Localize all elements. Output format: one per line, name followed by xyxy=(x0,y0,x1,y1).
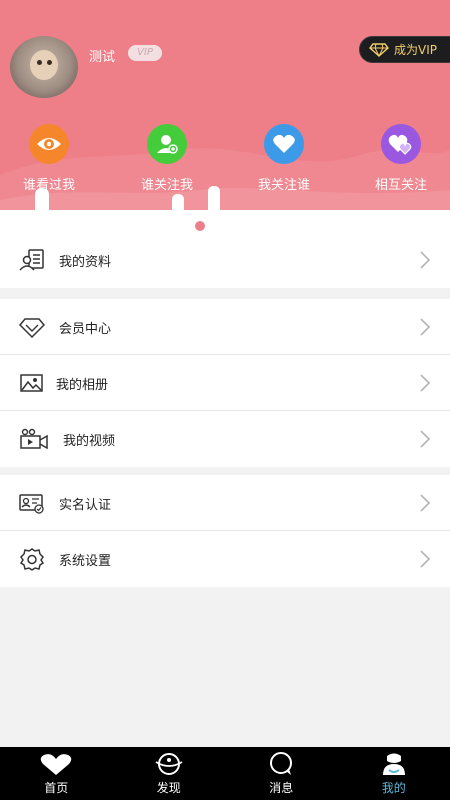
profile-card-icon xyxy=(19,249,44,271)
video-camera-icon xyxy=(20,428,48,450)
profile-header: 测试 VIP 成为VIP 谁看过我 谁关注我 我关注谁 相互关注 xyxy=(0,0,450,240)
quick-action-who-follows-me[interactable]: 谁关注我 xyxy=(112,124,222,193)
diamond-icon xyxy=(19,318,45,339)
quick-action-i-follow[interactable]: 我关注谁 xyxy=(229,124,339,193)
menu-group-account: 实名认证 系统设置 xyxy=(0,475,450,587)
heart-icon xyxy=(264,124,304,164)
avatar-eye-right xyxy=(47,60,52,65)
quick-action-label: 我关注谁 xyxy=(257,178,310,193)
menu-item-label: 会员中心 xyxy=(59,322,112,337)
menu-item-settings[interactable]: 系统设置 xyxy=(0,531,450,587)
photo-icon xyxy=(20,374,43,392)
chevron-right-icon xyxy=(420,550,430,568)
tab-label: 我的 xyxy=(381,781,406,795)
quick-action-mutual-follow[interactable]: 相互关注 xyxy=(346,124,450,193)
gear-icon xyxy=(19,548,45,571)
menu-item-label: 我的资料 xyxy=(59,255,112,270)
chevron-right-icon xyxy=(420,494,430,512)
username: 测试 xyxy=(89,50,116,65)
chevron-right-icon xyxy=(420,318,430,336)
profile-icon xyxy=(382,753,405,775)
tab-mine[interactable]: 我的 xyxy=(338,747,450,800)
tab-label: 首页 xyxy=(44,781,69,795)
quick-action-who-viewed-me[interactable]: 谁看过我 xyxy=(0,124,104,193)
diamond-icon xyxy=(369,42,389,57)
user-follow-icon xyxy=(147,124,187,164)
tab-messages[interactable]: 消息 xyxy=(225,747,338,800)
quick-action-label: 相互关注 xyxy=(374,178,427,193)
menu-item-my-profile[interactable]: 我的资料 xyxy=(0,232,450,288)
menu-item-label: 系统设置 xyxy=(59,554,112,569)
menu-group-content: 会员中心 我的相册 我的视频 xyxy=(0,299,450,467)
id-card-icon xyxy=(19,494,44,514)
tab-home[interactable]: 首页 xyxy=(0,747,113,800)
menu-item-label: 我的视频 xyxy=(63,434,116,449)
bottom-tab-bar: 首页 发现 消息 我的 xyxy=(0,747,450,800)
tab-label: 发现 xyxy=(156,781,181,795)
eye-icon xyxy=(29,124,69,164)
chevron-right-icon xyxy=(420,251,430,269)
quick-action-label: 谁关注我 xyxy=(140,178,193,193)
avatar[interactable] xyxy=(10,36,78,98)
message-icon xyxy=(270,752,293,775)
tab-discover[interactable]: 发现 xyxy=(113,747,226,800)
menu-item-my-video[interactable]: 我的视频 xyxy=(0,411,450,467)
vip-badge: VIP xyxy=(128,45,162,61)
discover-icon xyxy=(155,753,183,775)
tab-label: 消息 xyxy=(269,781,294,795)
become-vip-label: 成为VIP xyxy=(394,43,437,57)
menu-item-my-album[interactable]: 我的相册 xyxy=(0,355,450,411)
menu-group-profile: 我的资料 xyxy=(0,232,450,288)
menu-item-verification[interactable]: 实名认证 xyxy=(0,475,450,531)
home-icon xyxy=(40,754,72,775)
avatar-eye-left xyxy=(37,60,42,65)
menu-item-label: 实名认证 xyxy=(59,498,112,513)
menu-item-label: 我的相册 xyxy=(56,378,109,393)
chevron-right-icon xyxy=(420,374,430,392)
double-heart-icon xyxy=(381,124,421,164)
quick-action-label: 谁看过我 xyxy=(22,178,75,193)
avatar-face xyxy=(30,50,58,80)
become-vip-button[interactable]: 成为VIP xyxy=(359,36,450,63)
chevron-right-icon xyxy=(420,430,430,448)
menu-item-member-center[interactable]: 会员中心 xyxy=(0,299,450,355)
